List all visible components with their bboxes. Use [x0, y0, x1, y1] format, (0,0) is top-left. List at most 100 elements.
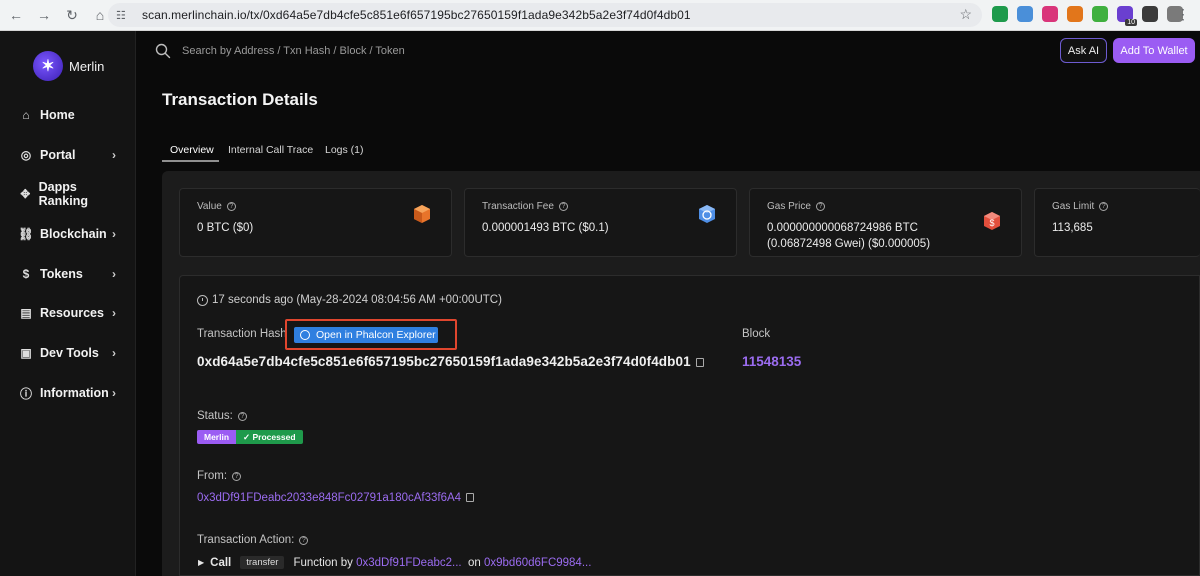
from-address-link[interactable]: 0x3dDf91FDeabc2033e848Fc02791a180cAf33f6…	[197, 492, 461, 504]
search-icon	[155, 43, 171, 59]
terminal-icon: ▣	[20, 346, 32, 360]
ask-ai-button[interactable]: Ask AI	[1060, 38, 1107, 63]
gas-limit-card: Gas Limit? 113,685	[1034, 188, 1200, 257]
bookmark-star-icon[interactable]: ☆	[959, 6, 972, 23]
tab-internal-call-trace[interactable]: Internal Call Trace	[228, 144, 313, 156]
sidebar-item-dev-tools[interactable]: ▣ Dev Tools ›	[18, 342, 122, 364]
active-tab-indicator	[162, 160, 219, 162]
btc-cube-icon	[414, 205, 430, 223]
gas-price-card: Gas Price? 0.000000000068724986 BTC (0.0…	[749, 188, 1022, 257]
value-label: Value	[197, 201, 222, 212]
status-label: Status:	[197, 410, 233, 422]
sidebar-item-tokens[interactable]: $ Tokens ›	[18, 263, 122, 285]
sidebar-item-dapps-ranking[interactable]: ✥ Dapps Ranking	[18, 180, 122, 208]
resources-icon: ▤	[20, 306, 32, 320]
search-input[interactable]	[182, 42, 582, 60]
sidebar-item-label: Blockchain	[40, 227, 107, 241]
merlin-logo-icon: ✶	[33, 51, 63, 81]
from-label-row: From:?	[197, 470, 242, 482]
help-icon[interactable]: ?	[226, 202, 236, 211]
transaction-action-label: Transaction Action:	[197, 534, 295, 546]
browser-extension-icon[interactable]	[1017, 6, 1033, 22]
action-to-link[interactable]: 0x9bd60d6FC9984...	[484, 557, 591, 569]
transaction-fee-card: Transaction Fee? 0.000001493 BTC ($0.1)	[464, 188, 737, 257]
chevron-right-icon: ›	[112, 346, 116, 360]
sidebar-item-label: Dev Tools	[40, 346, 99, 360]
back-arrow-icon[interactable]: ←	[4, 3, 28, 27]
chevron-right-icon: ›	[112, 148, 116, 162]
gas-price-btc: 0.000000000068724986 BTC	[767, 222, 918, 234]
action-on-text: on	[468, 556, 481, 569]
expand-triangle-icon[interactable]: ▶	[198, 558, 204, 567]
url-text: scan.merlinchain.io/tx/0xd64a5e7db4cfe5c…	[142, 8, 691, 22]
action-from-link[interactable]: 0x3dDf91FDeabc2...	[356, 557, 461, 569]
timestamp-row: 17 seconds ago (May-28-2024 08:04:56 AM …	[197, 294, 502, 306]
block-label: Block	[742, 328, 771, 340]
browser-extension-icon[interactable]	[992, 6, 1008, 22]
sidebar-item-home[interactable]: ⌂ Home	[18, 104, 122, 126]
coin-icon: $	[22, 267, 30, 281]
help-icon[interactable]: ?	[237, 411, 247, 421]
address-bar[interactable]: ☷ scan.merlinchain.io/tx/0xd64a5e7db4cfe…	[108, 3, 982, 27]
function-tag: transfer	[240, 556, 285, 569]
fee-label: Transaction Fee	[482, 201, 554, 212]
gas-limit-value: 113,685	[1052, 222, 1093, 234]
sidebar-item-blockchain[interactable]: ⛓ Blockchain ›	[18, 223, 122, 245]
value-amount: 0 BTC ($0)	[197, 222, 254, 234]
sidebar-item-portal[interactable]: ◎ Portal ›	[18, 144, 122, 166]
browser-menu-icon[interactable]: ⋮	[1176, 7, 1190, 21]
browser-extension-icon[interactable]: 10	[1117, 6, 1137, 26]
sidebar-item-label: Information	[40, 386, 109, 400]
home-icon: ⌂	[22, 108, 30, 122]
clock-icon	[197, 294, 208, 306]
gas-price-label: Gas Price	[767, 201, 811, 212]
dapps-icon: ✥	[20, 187, 31, 201]
blockchain-icon: ⛓	[18, 227, 34, 241]
from-label: From:	[197, 470, 228, 482]
help-icon[interactable]: ?	[815, 202, 825, 211]
gas-limit-label: Gas Limit	[1052, 201, 1095, 212]
compass-icon: ◎	[20, 148, 32, 162]
forward-arrow-icon[interactable]: →	[32, 3, 56, 27]
gas-price-gwei: (0.06872498 Gwei) ($0.000005)	[767, 238, 931, 250]
sidebar-item-information[interactable]: ⓘ Information ›	[18, 382, 122, 404]
transaction-action-row: ▶ Call transfer Function by 0x3dDf91FDea…	[198, 556, 591, 569]
extension-badge: 10	[1125, 19, 1137, 26]
add-to-wallet-button[interactable]: Add To Wallet	[1113, 38, 1195, 63]
tab-overview[interactable]: Overview	[170, 144, 214, 156]
svg-text:$: $	[989, 218, 994, 228]
browser-extension-icon[interactable]	[1092, 6, 1108, 22]
sidebar-item-label: Dapps Ranking	[38, 180, 88, 208]
help-icon[interactable]: ?	[232, 471, 242, 481]
reload-icon[interactable]: ↻	[60, 3, 84, 27]
timestamp: 17 seconds ago (May-28-2024 08:04:56 AM …	[212, 294, 502, 306]
action-verb: Call	[210, 556, 232, 569]
tx-hash-label: Transaction Hash	[197, 328, 287, 340]
annotation-highlight-box	[285, 319, 457, 350]
brand-logo[interactable]: ✶ Merlin	[33, 51, 104, 81]
site-settings-icon[interactable]: ☷	[116, 9, 134, 22]
help-icon[interactable]: ?	[299, 535, 309, 545]
status-badges: Merlin ✓ Processed	[197, 430, 303, 444]
chevron-right-icon: ›	[112, 267, 116, 281]
status-label-row: Status:?	[197, 410, 247, 422]
browser-extension-icon[interactable]	[1142, 6, 1158, 22]
copy-icon[interactable]	[466, 493, 475, 502]
status-badge: ✓ Processed	[236, 430, 303, 444]
browser-extension-icon[interactable]	[1042, 6, 1058, 22]
value-card: Value? 0 BTC ($0)	[179, 188, 452, 257]
browser-extension-icon[interactable]	[1067, 6, 1083, 22]
chevron-right-icon: ›	[112, 306, 116, 320]
tx-hash-value: 0xd64a5e7db4cfe5c851e6f657195bc27650159f…	[197, 354, 691, 369]
tab-logs[interactable]: Logs (1)	[325, 144, 364, 156]
help-icon[interactable]: ?	[1099, 202, 1109, 211]
action-label-row: Transaction Action:?	[197, 534, 309, 546]
help-icon[interactable]: ?	[558, 202, 568, 211]
brand-name: Merlin	[69, 58, 105, 74]
sidebar-item-resources[interactable]: ▤ Resources ›	[18, 302, 122, 324]
copy-icon[interactable]	[695, 358, 704, 367]
block-number-link[interactable]: 11548135	[742, 354, 801, 369]
sidebar: ✶ Merlin ⌂ Home ◎ Portal › ✥ Dapps Ranking ⛓ Blo…	[0, 31, 136, 576]
browser-toolbar: ← → ↻ ⌂ ☷ scan.merlinchain.io/tx/0xd64a5…	[0, 0, 1200, 31]
gas-cube-icon: $	[984, 212, 1000, 230]
